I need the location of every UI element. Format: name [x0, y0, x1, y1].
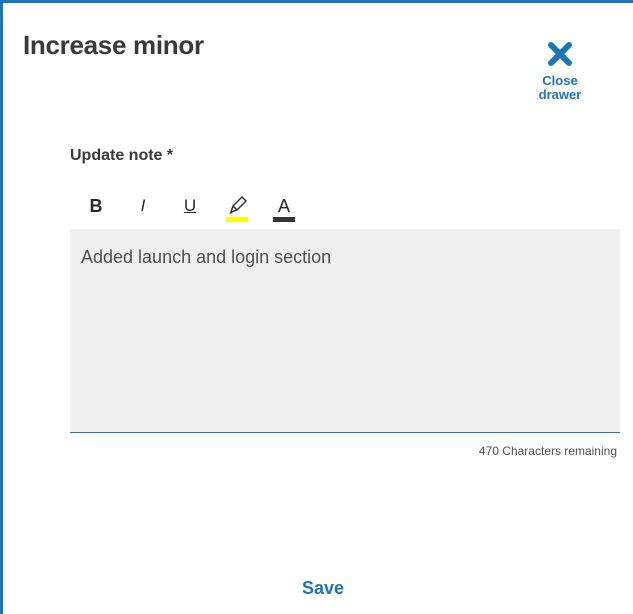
highlight-button[interactable]	[222, 191, 252, 222]
characters-remaining: 470 Characters remaining	[478, 444, 617, 458]
close-drawer-button[interactable]: Close drawer	[530, 40, 590, 110]
rich-text-toolbar: B I U A	[70, 191, 370, 227]
highlight-color-swatch	[226, 217, 248, 222]
update-note-value[interactable]: Added launch and login section	[81, 247, 331, 268]
underline-button[interactable]: U	[175, 191, 205, 221]
bold-button[interactable]: B	[81, 191, 111, 221]
italic-button[interactable]: I	[128, 191, 158, 221]
close-icon	[548, 42, 572, 66]
save-button[interactable]: Save	[283, 578, 363, 599]
update-note-label: Update note *	[70, 147, 174, 164]
font-color-icon: A	[277, 196, 290, 216]
close-drawer-label: Close drawer	[538, 73, 582, 102]
font-color-swatch	[273, 217, 295, 222]
font-color-button[interactable]: A	[269, 191, 299, 222]
increase-minor-drawer: Increase minor Close drawer Update note …	[0, 0, 633, 614]
highlighter-icon	[229, 196, 247, 214]
update-note-textarea[interactable]: Added launch and login section	[70, 229, 620, 433]
drawer-title: Increase minor	[23, 30, 204, 60]
